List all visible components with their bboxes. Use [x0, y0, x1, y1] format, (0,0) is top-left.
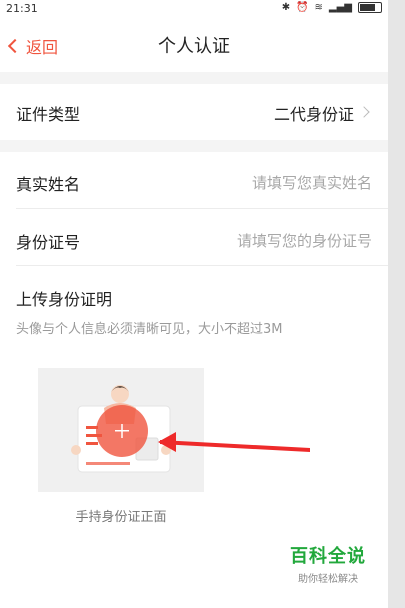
- nav-bar: 返回 个人认证: [0, 18, 388, 72]
- wifi-icon: ≋: [314, 2, 323, 13]
- scrollbar[interactable]: [388, 0, 405, 608]
- battery-icon: [358, 2, 382, 13]
- id-type-row[interactable]: 证件类型 二代身份证: [0, 84, 388, 140]
- upload-hint: 头像与个人信息必须清晰可见，大小不超过3M: [16, 322, 283, 337]
- id-number-label: 身份证号: [16, 233, 81, 252]
- upload-heading: 上传身份证明: [16, 290, 113, 309]
- section-gap: [0, 140, 388, 152]
- section-gap: [0, 72, 388, 84]
- status-bar: 21:31 ✱ ⏰ ≋ ▂▄▆: [0, 0, 388, 18]
- app-screen: 21:31 ✱ ⏰ ≋ ▂▄▆ 返回 个人认证 证件类型 二代身份证 真实姓名 …: [0, 0, 388, 608]
- upload-card-caption: 手持身份证正面: [75, 510, 167, 525]
- id-type-label: 证件类型: [16, 105, 81, 124]
- status-icons: ✱ ⏰ ≋ ▂▄▆: [282, 2, 382, 13]
- signal-icon: ▂▄▆: [328, 2, 352, 13]
- plus-icon: [121, 424, 123, 438]
- page-title: 个人认证: [158, 36, 230, 57]
- real-name-row[interactable]: 真实姓名 请填写您真实姓名: [0, 152, 388, 208]
- chevron-right-icon: [358, 106, 370, 118]
- id-number-input[interactable]: 请填写您的身份证号: [237, 230, 372, 251]
- arrow-annotation: [158, 432, 310, 452]
- bluetooth-icon: ✱: [281, 2, 291, 13]
- id-type-value: 二代身份证: [273, 105, 354, 124]
- real-name-label: 真实姓名: [16, 175, 81, 194]
- status-time: 21:31: [6, 2, 38, 15]
- real-name-input[interactable]: 请填写您真实姓名: [252, 172, 372, 193]
- brand-watermark: 百科全说 助你轻松解决: [290, 542, 366, 585]
- id-number-row[interactable]: 身份证号 请填写您的身份证号: [0, 209, 388, 265]
- brand-slogan: 助你轻松解决: [298, 574, 358, 585]
- alarm-icon: ⏰: [296, 2, 309, 13]
- brand-name: 百科全说: [290, 546, 366, 567]
